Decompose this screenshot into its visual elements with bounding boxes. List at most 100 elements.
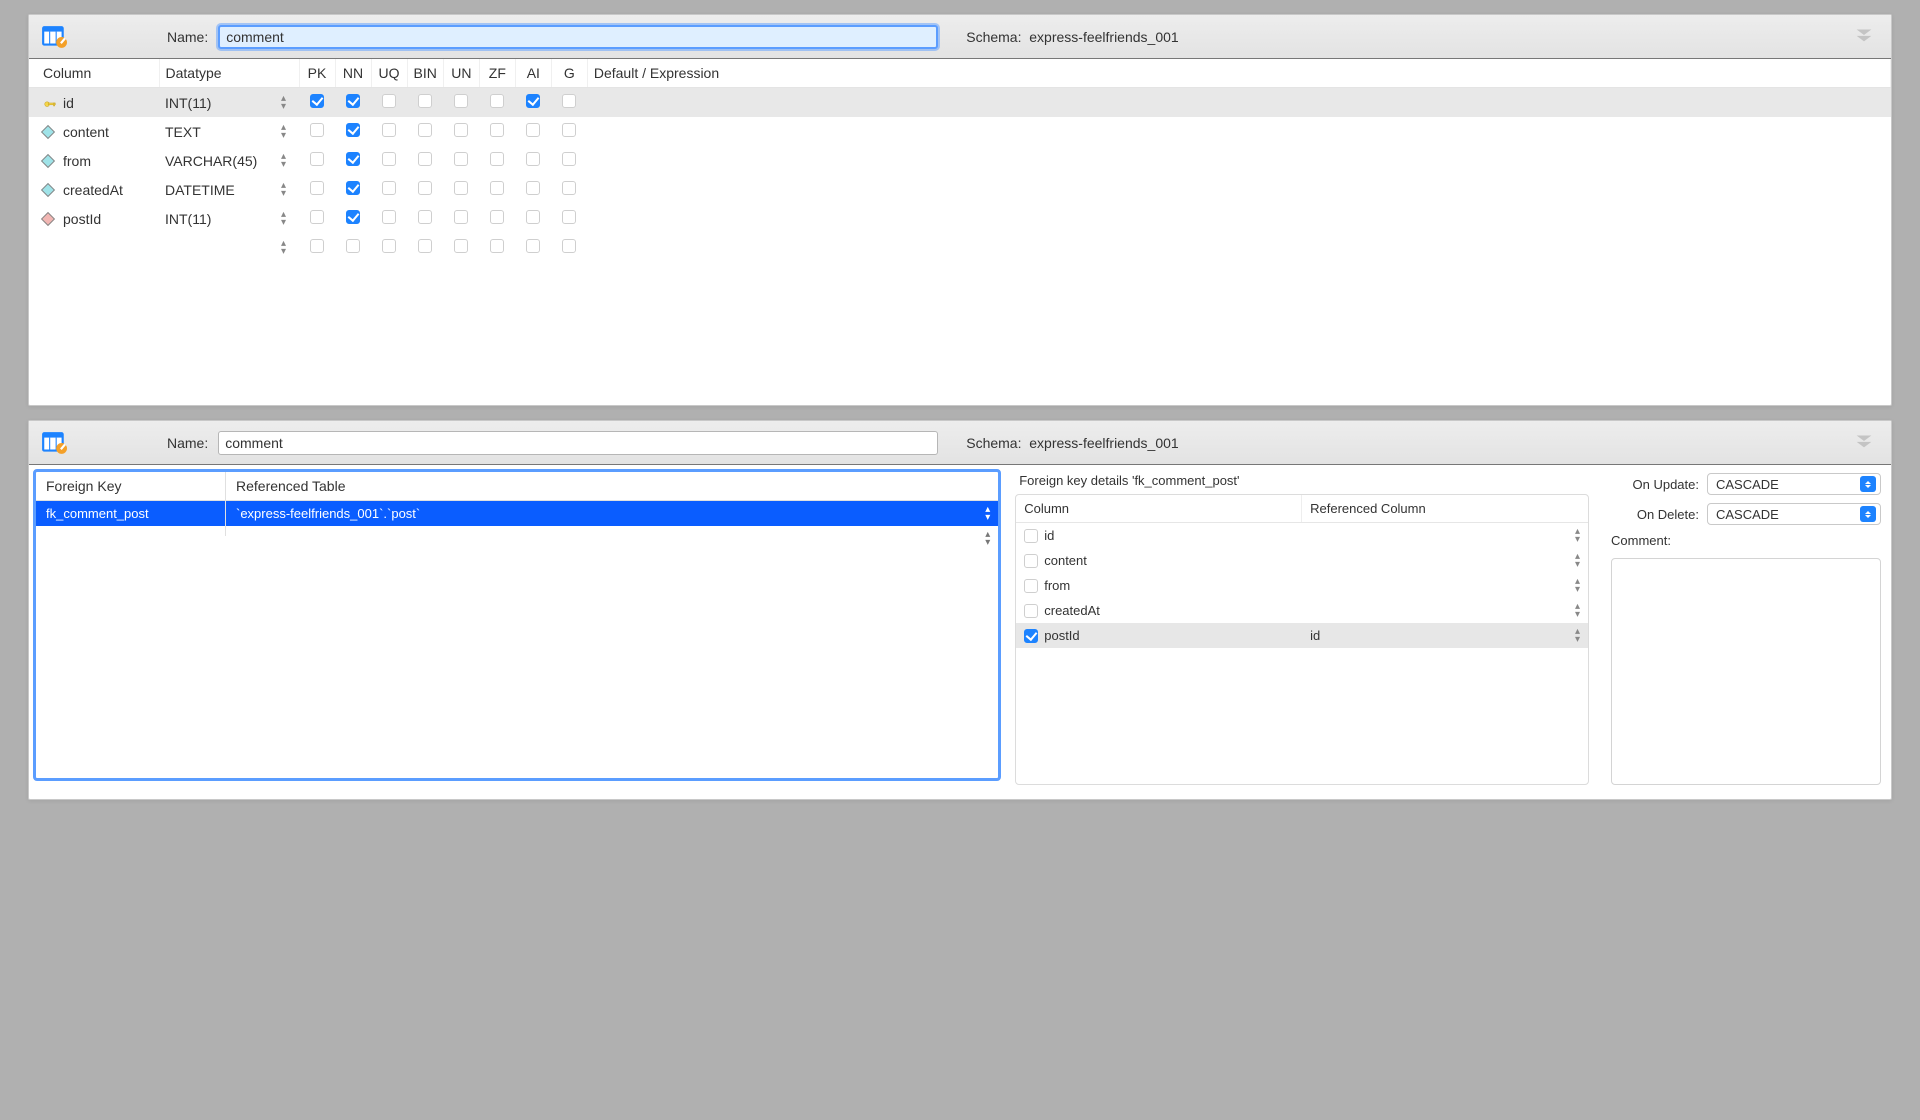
flag-uq-checkbox[interactable] — [382, 239, 396, 253]
flag-nn-checkbox[interactable] — [346, 239, 360, 253]
column-row[interactable]: id INT(11) ▴▾ — [29, 88, 1891, 118]
datatype-value[interactable]: INT(11) — [165, 95, 275, 111]
flag-pk-checkbox[interactable] — [310, 210, 324, 224]
header-zf[interactable]: ZF — [479, 59, 515, 88]
fk-name-cell[interactable]: fk_comment_post — [36, 501, 226, 526]
ref-column-row[interactable]: createdAt▴▾ — [1016, 598, 1588, 623]
flag-ai-checkbox[interactable] — [526, 152, 540, 166]
header-bin[interactable]: BIN — [407, 59, 443, 88]
datatype-stepper-icon[interactable]: ▴▾ — [281, 211, 286, 227]
fk-comment-textarea[interactable] — [1611, 558, 1881, 785]
ref-column-value[interactable] — [1302, 558, 1588, 564]
datatype-stepper-icon[interactable]: ▴▾ — [281, 95, 286, 111]
ref-stepper-icon[interactable]: ▴▾ — [1575, 528, 1580, 544]
default-expression-cell[interactable] — [587, 117, 1890, 146]
header-ai[interactable]: AI — [515, 59, 551, 88]
fk-row[interactable]: ▴▾ — [36, 526, 998, 536]
ref-stepper-icon[interactable]: ▴▾ — [1575, 553, 1580, 569]
flag-bin-checkbox[interactable] — [418, 123, 432, 137]
column-name[interactable]: postId — [63, 211, 101, 227]
flag-uq-checkbox[interactable] — [382, 181, 396, 195]
flag-zf-checkbox[interactable] — [490, 239, 504, 253]
column-row[interactable]: content TEXT ▴▾ — [29, 117, 1891, 146]
fk-ref-cell[interactable] — [226, 526, 998, 536]
ref-stepper-icon[interactable]: ▴▾ — [1575, 603, 1580, 619]
column-name[interactable]: createdAt — [63, 182, 123, 198]
ref-stepper-icon[interactable]: ▴▾ — [1575, 578, 1580, 594]
flag-nn-checkbox[interactable] — [346, 152, 360, 166]
ref-header-column[interactable]: Column — [1016, 495, 1302, 522]
flag-bin-checkbox[interactable] — [418, 210, 432, 224]
flag-nn-checkbox[interactable] — [346, 210, 360, 224]
header-default[interactable]: Default / Expression — [587, 59, 1890, 88]
flag-un-checkbox[interactable] — [454, 181, 468, 195]
columns-grid[interactable]: Column Datatype PK NN UQ BIN UN ZF AI G … — [29, 59, 1891, 399]
fk-name-cell[interactable] — [36, 526, 226, 536]
flag-bin-checkbox[interactable] — [418, 152, 432, 166]
default-expression-cell[interactable] — [587, 204, 1890, 233]
ref-stepper-icon[interactable]: ▴▾ — [1575, 628, 1580, 644]
flag-un-checkbox[interactable] — [454, 152, 468, 166]
flag-un-checkbox[interactable] — [454, 123, 468, 137]
datatype-stepper-icon[interactable]: ▴▾ — [281, 153, 286, 169]
ref-column-value[interactable]: id — [1302, 625, 1588, 646]
datatype-value[interactable]: INT(11) — [165, 211, 275, 227]
column-name[interactable]: content — [63, 124, 109, 140]
fk-ref-stepper-icon[interactable]: ▴▾ — [985, 531, 990, 547]
fk-header-name[interactable]: Foreign Key — [36, 472, 226, 500]
table-name-input[interactable] — [218, 25, 938, 49]
datatype-stepper-icon[interactable]: ▴▾ — [281, 124, 286, 140]
ref-column-row[interactable]: id▴▾ — [1016, 523, 1588, 548]
flag-nn-checkbox[interactable] — [346, 181, 360, 195]
flag-pk-checkbox[interactable] — [310, 239, 324, 253]
flag-zf-checkbox[interactable] — [490, 94, 504, 108]
flag-un-checkbox[interactable] — [454, 239, 468, 253]
flag-g-checkbox[interactable] — [562, 123, 576, 137]
ref-column-value[interactable] — [1302, 583, 1588, 589]
ref-column-checkbox[interactable] — [1024, 629, 1038, 643]
on-delete-select[interactable]: CASCADE — [1707, 503, 1881, 525]
flag-pk-checkbox[interactable] — [310, 181, 324, 195]
expand-icon[interactable] — [1853, 430, 1875, 455]
flag-un-checkbox[interactable] — [454, 94, 468, 108]
column-name[interactable]: from — [63, 153, 91, 169]
flag-pk-checkbox[interactable] — [310, 94, 324, 108]
ref-column-row[interactable]: content▴▾ — [1016, 548, 1588, 573]
header-nn[interactable]: NN — [335, 59, 371, 88]
flag-uq-checkbox[interactable] — [382, 210, 396, 224]
ref-column-row[interactable]: postIdid▴▾ — [1016, 623, 1588, 648]
column-row[interactable]: postId INT(11) ▴▾ — [29, 204, 1891, 233]
ref-header-refcolumn[interactable]: Referenced Column — [1302, 495, 1588, 522]
ref-column-checkbox[interactable] — [1024, 604, 1038, 618]
flag-ai-checkbox[interactable] — [526, 123, 540, 137]
datatype-value[interactable]: TEXT — [165, 124, 275, 140]
fk-columns-grid[interactable]: Column Referenced Column id▴▾content▴▾fr… — [1015, 494, 1589, 785]
flag-ai-checkbox[interactable] — [526, 239, 540, 253]
flag-ai-checkbox[interactable] — [526, 181, 540, 195]
ref-column-row[interactable]: from▴▾ — [1016, 573, 1588, 598]
ref-column-value[interactable] — [1302, 608, 1588, 614]
default-expression-cell[interactable] — [587, 146, 1890, 175]
header-pk[interactable]: PK — [299, 59, 335, 88]
flag-zf-checkbox[interactable] — [490, 210, 504, 224]
flag-uq-checkbox[interactable] — [382, 152, 396, 166]
flag-g-checkbox[interactable] — [562, 152, 576, 166]
expand-icon[interactable] — [1853, 24, 1875, 49]
flag-nn-checkbox[interactable] — [346, 94, 360, 108]
ref-column-checkbox[interactable] — [1024, 579, 1038, 593]
flag-zf-checkbox[interactable] — [490, 123, 504, 137]
flag-g-checkbox[interactable] — [562, 181, 576, 195]
flag-zf-checkbox[interactable] — [490, 181, 504, 195]
column-row[interactable]: createdAtDATETIME▴▾ — [29, 175, 1891, 204]
fk-ref-stepper-icon[interactable]: ▴▾ — [985, 506, 990, 522]
flag-ai-checkbox[interactable] — [526, 210, 540, 224]
column-name[interactable]: id — [63, 95, 74, 111]
flag-bin-checkbox[interactable] — [418, 94, 432, 108]
datatype-stepper-icon[interactable]: ▴▾ — [281, 182, 286, 198]
datatype-value[interactable]: VARCHAR(45) — [165, 153, 275, 169]
fk-list[interactable]: Foreign Key Referenced Table fk_comment_… — [33, 469, 1001, 781]
column-row[interactable]: from VARCHAR(45) ▴▾ — [29, 146, 1891, 175]
flag-nn-checkbox[interactable] — [346, 123, 360, 137]
flag-bin-checkbox[interactable] — [418, 181, 432, 195]
flag-ai-checkbox[interactable] — [526, 94, 540, 108]
